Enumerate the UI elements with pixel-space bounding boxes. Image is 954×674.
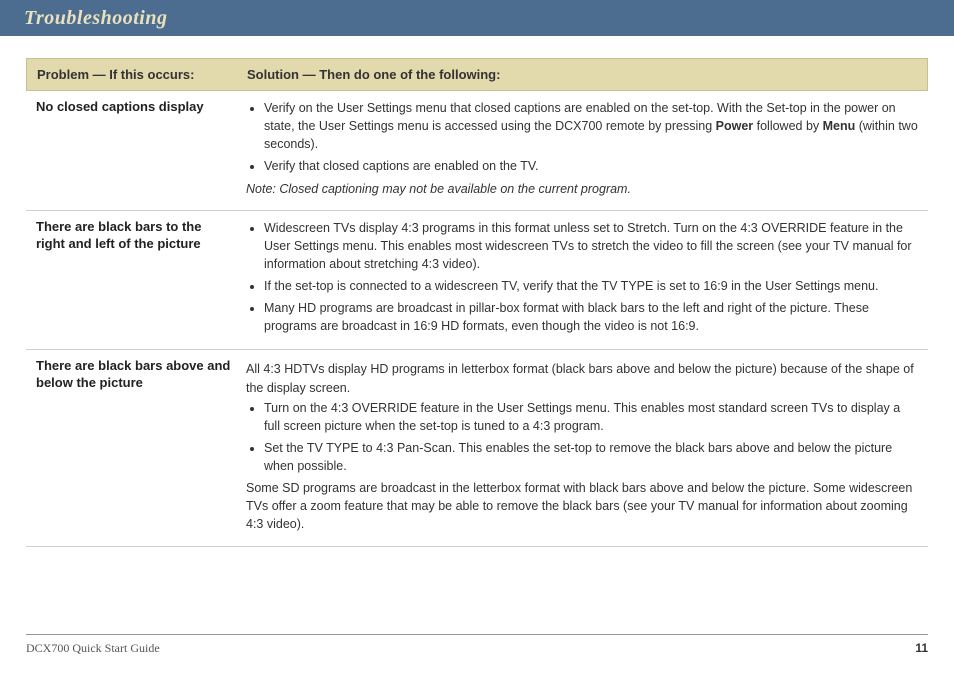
table-header-problem: Problem — If this occurs: [37,67,247,82]
intro-text: All 4:3 HDTVs display HD programs in let… [246,360,918,396]
table-row: There are black bars above and below the… [26,350,928,546]
bullet-list: Turn on the 4:3 OVERRIDE feature in the … [246,399,918,476]
list-item: Widescreen TVs display 4:3 programs in t… [264,219,918,273]
list-item: Set the TV TYPE to 4:3 Pan-Scan. This en… [264,439,918,475]
table-header-solution: Solution — Then do one of the following: [247,67,917,82]
bold-text: Menu [823,119,856,133]
solution-cell: Widescreen TVs display 4:3 programs in t… [246,219,918,340]
list-item: If the set-top is connected to a widescr… [264,277,918,295]
bold-text: Power [716,119,754,133]
bullet-list: Verify on the User Settings menu that cl… [246,99,918,176]
list-item: Many HD programs are broadcast in pillar… [264,299,918,335]
header-bar: Troubleshooting [0,0,954,36]
problem-cell: There are black bars to the right and le… [36,219,246,340]
list-item: Verify that closed captions are enabled … [264,157,918,175]
list-item: Verify on the User Settings menu that cl… [264,99,918,153]
solution-cell: All 4:3 HDTVs display HD programs in let… [246,358,918,535]
page: Troubleshooting Problem — If this occurs… [0,0,954,674]
problem-cell: There are black bars above and below the… [36,358,246,535]
table-header: Problem — If this occurs: Solution — The… [26,58,928,91]
table-row: There are black bars to the right and le… [26,211,928,351]
page-title: Troubleshooting [24,7,167,30]
footer-doc-title: DCX700 Quick Start Guide [26,641,160,656]
page-number: 11 [915,641,928,656]
note-text: Note: Closed captioning may not be avail… [246,180,918,198]
problem-cell: No closed captions display [36,99,246,200]
footer: DCX700 Quick Start Guide 11 [26,634,928,656]
outro-text: Some SD programs are broadcast in the le… [246,479,918,533]
content-area: Problem — If this occurs: Solution — The… [0,36,954,547]
bullet-list: Widescreen TVs display 4:3 programs in t… [246,219,918,336]
table-row: No closed captions display Verify on the… [26,91,928,211]
list-item: Turn on the 4:3 OVERRIDE feature in the … [264,399,918,435]
text: followed by [753,119,822,133]
solution-cell: Verify on the User Settings menu that cl… [246,99,918,200]
